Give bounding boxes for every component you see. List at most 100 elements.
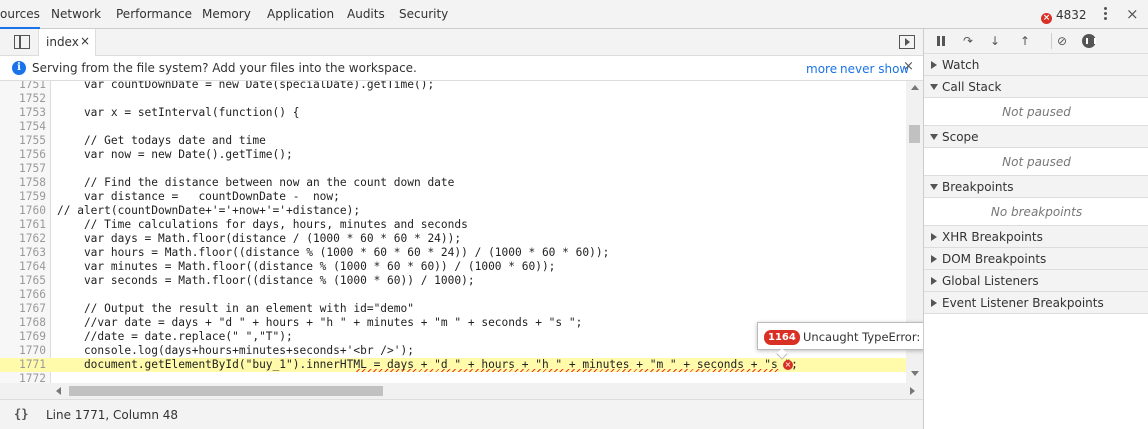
line-number[interactable]: 1762 <box>0 232 46 246</box>
pause-on-exceptions-icon <box>1082 34 1096 48</box>
tab-memory[interactable]: Memory <box>202 0 251 29</box>
horizontal-scrollbar[interactable] <box>0 383 923 399</box>
code-text: var countDownDate = new Date(specialDate… <box>57 81 435 91</box>
line-number[interactable]: 1772 <box>0 372 46 383</box>
scroll-left-icon[interactable] <box>56 387 61 395</box>
code-text: // alert(countDownDate+'='+now+'='+dista… <box>57 204 361 217</box>
section-call-stack[interactable]: Call Stack <box>924 76 1148 98</box>
code-text: var distance = countDownDate - now; <box>57 190 340 203</box>
line-number[interactable]: 1759 <box>0 190 46 204</box>
code-line[interactable]: 1758 // Find the distance between now an… <box>0 176 906 190</box>
code-text: // Output the result in an element with … <box>57 302 414 315</box>
vertical-scroll-thumb[interactable] <box>909 125 920 143</box>
line-number[interactable]: 1753 <box>0 106 46 120</box>
file-tab-index[interactable]: index × <box>38 29 96 56</box>
line-error-icon[interactable]: × <box>783 360 793 370</box>
code-text: var seconds = Math.floor((distance % (10… <box>57 274 475 287</box>
code-text: // Time calculations for days, hours, mi… <box>57 218 468 231</box>
line-number[interactable]: 1765 <box>0 274 46 288</box>
file-tab-label: index <box>46 35 79 49</box>
code-line[interactable]: 1766 <box>0 288 906 302</box>
toggle-navigator-icon[interactable] <box>14 35 30 49</box>
line-number[interactable]: 1755 <box>0 134 46 148</box>
code-line[interactable]: 1763 var hours = Math.floor((distance % … <box>0 246 906 260</box>
tab-performance[interactable]: Performance <box>116 0 192 29</box>
code-text: var hours = Math.floor((distance % (1000… <box>57 246 610 259</box>
code-line[interactable]: 1761 // Time calculations for days, hour… <box>0 218 906 232</box>
code-line[interactable]: 1753 var x = setInterval(function() { <box>0 106 906 120</box>
code-line[interactable]: 1764 var minutes = Math.floor((distance … <box>0 260 906 274</box>
code-line[interactable]: 1767 // Output the result in an element … <box>0 302 906 316</box>
scroll-right-icon[interactable] <box>910 387 915 395</box>
editor-status-bar: {} Line 1771, Column 48 <box>0 399 923 429</box>
never-show-link[interactable]: never show <box>840 62 909 76</box>
horizontal-scroll-thumb[interactable] <box>69 386 383 396</box>
debugger-sidebar: ↷ ↓ ↑ ⊘ Watch Call Stack Not paused Scope No… <box>923 29 1148 429</box>
line-number[interactable]: 1751 <box>0 81 46 92</box>
code-line[interactable]: 1754 <box>0 120 906 134</box>
section-watch[interactable]: Watch <box>924 54 1148 76</box>
code-line[interactable]: 1751 var countDownDate = new Date(specia… <box>0 81 906 92</box>
section-dom-breakpoints[interactable]: DOM Breakpoints <box>924 248 1148 270</box>
section-body-call-stack: Not paused <box>924 98 1148 126</box>
error-counter[interactable]: × 4832 <box>1041 7 1087 24</box>
pretty-print-button[interactable]: {} <box>14 407 28 421</box>
more-link[interactable]: more <box>806 62 837 76</box>
step-into-button[interactable]: ↓ <box>988 34 1002 48</box>
code-text: var days = Math.floor(distance / (1000 *… <box>57 232 462 245</box>
code-line[interactable]: 1772 <box>0 372 906 383</box>
section-breakpoints[interactable]: Breakpoints <box>924 176 1148 198</box>
code-text: var now = new Date().getTime(); <box>57 148 293 161</box>
code-line[interactable]: 1759 var distance = countDownDate - now; <box>0 190 906 204</box>
scroll-down-icon[interactable] <box>911 371 919 376</box>
pause-on-exceptions-button[interactable] <box>1082 34 1096 48</box>
line-number[interactable]: 1761 <box>0 218 46 232</box>
more-options-icon[interactable] <box>1101 6 1109 22</box>
editor-tab-strip: index × <box>0 29 923 56</box>
line-number[interactable]: 1752 <box>0 92 46 106</box>
code-line[interactable]: 1757 <box>0 162 906 176</box>
close-tab-icon[interactable]: × <box>80 34 90 48</box>
line-number[interactable]: 1763 <box>0 246 46 260</box>
tab-application[interactable]: Application <box>267 0 334 29</box>
code-line[interactable]: 1755 // Get todays date and time <box>0 134 906 148</box>
line-number[interactable]: 1766 <box>0 288 46 302</box>
collapsed-arrow-icon <box>931 61 937 69</box>
section-event-listener-breakpoints[interactable]: Event Listener Breakpoints <box>924 292 1148 314</box>
section-scope[interactable]: Scope <box>924 126 1148 148</box>
code-line[interactable]: 1756 var now = new Date().getTime(); <box>0 148 906 162</box>
tab-security[interactable]: Security <box>399 0 448 29</box>
code-line[interactable]: 1771 document.getElementById("buy_1").in… <box>0 358 906 372</box>
line-number[interactable]: 1769 <box>0 330 46 344</box>
code-line[interactable]: 1762 var days = Math.floor(distance / (1… <box>0 232 906 246</box>
code-line[interactable]: 1765 var seconds = Math.floor((distance … <box>0 274 906 288</box>
line-number[interactable]: 1768 <box>0 316 46 330</box>
section-global-listeners[interactable]: Global Listeners <box>924 270 1148 292</box>
pause-resume-button[interactable] <box>934 34 948 48</box>
tab-sources[interactable]: ources <box>0 0 40 29</box>
line-number[interactable]: 1771 <box>0 358 46 372</box>
section-title: Scope <box>942 130 979 144</box>
line-number[interactable]: 1760 <box>0 204 46 218</box>
line-number[interactable]: 1764 <box>0 260 46 274</box>
code-line[interactable]: 1760 // alert(countDownDate+'='+now+'='+d… <box>0 204 906 218</box>
close-infobar-icon[interactable]: × <box>903 59 914 74</box>
code-line[interactable]: 1752 <box>0 92 906 106</box>
section-title: Breakpoints <box>942 180 1014 194</box>
scroll-up-icon[interactable] <box>911 85 919 90</box>
step-out-button[interactable]: ↑ <box>1018 34 1032 48</box>
step-over-icon: ↷ <box>962 34 974 48</box>
line-number[interactable]: 1756 <box>0 148 46 162</box>
deactivate-breakpoints-button[interactable]: ⊘ <box>1055 34 1069 48</box>
section-xhr-breakpoints[interactable]: XHR Breakpoints <box>924 226 1148 248</box>
step-over-button[interactable]: ↷ <box>961 34 975 48</box>
line-number[interactable]: 1758 <box>0 176 46 190</box>
line-number[interactable]: 1767 <box>0 302 46 316</box>
line-number[interactable]: 1770 <box>0 344 46 358</box>
close-devtools-icon[interactable]: × <box>1126 5 1139 23</box>
line-number[interactable]: 1754 <box>0 120 46 134</box>
toggle-debugger-icon[interactable] <box>899 35 915 49</box>
line-number[interactable]: 1757 <box>0 162 46 176</box>
tab-audits[interactable]: Audits <box>347 0 385 29</box>
tab-network[interactable]: Network <box>51 0 101 29</box>
